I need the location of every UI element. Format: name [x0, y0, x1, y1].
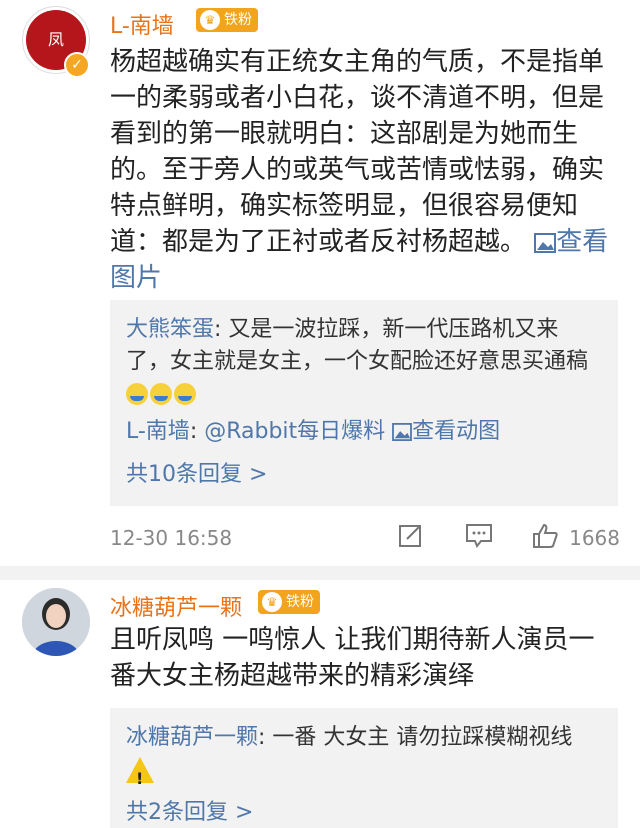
reply-user[interactable]: 大熊笨蛋	[126, 317, 214, 342]
emoji-icon	[126, 383, 148, 405]
comment-footer: 12-30 16:58 1668	[110, 518, 620, 558]
divider	[0, 566, 640, 580]
repost-icon[interactable]	[396, 522, 426, 552]
verified-icon: ✓	[64, 52, 90, 78]
warning-icon: !	[126, 757, 154, 788]
timestamp: 12-30 16:58	[110, 526, 233, 550]
comment-text: 且听凤鸣 一鸣惊人 让我们期待新人演员一番大女主杨超越带来的精彩演绎	[110, 625, 595, 691]
comment-icon[interactable]	[464, 522, 494, 552]
crown-icon: ♛	[262, 592, 282, 612]
reply-user[interactable]: 冰糖葫芦一颗	[126, 725, 258, 750]
avatar-photo-icon	[22, 588, 90, 656]
more-replies-link[interactable]: 共2条回复 >	[126, 794, 602, 826]
image-icon	[534, 232, 557, 253]
view-gif-link[interactable]: 查看动图	[392, 419, 500, 444]
mention-link[interactable]: @Rabbit每日爆料	[204, 419, 385, 444]
fan-badge-label: 铁粉	[224, 12, 252, 28]
username[interactable]: L-南墙	[110, 8, 174, 40]
comment-text: 杨超越确实有正统女主角的气质，不是指单一的柔弱或者小白花，谈不清道不明，但是看到…	[110, 44, 620, 296]
fan-badge: ♛ 铁粉	[196, 8, 258, 32]
fan-badge: ♛ 铁粉	[258, 590, 320, 614]
svg-text:凤: 凤	[48, 30, 64, 49]
reply-1[interactable]: 大熊笨蛋: 又是一波拉踩，新一代压路机又来了，女主就是女主，一个女配脸还好意思买…	[126, 314, 602, 410]
comment-body: 杨超越确实有正统女主角的气质，不是指单一的柔弱或者小白花，谈不清道不明，但是看到…	[110, 47, 605, 257]
fan-badge-label: 铁粉	[286, 594, 314, 610]
reply-emoji-line: !	[126, 754, 602, 788]
reply-box: 大熊笨蛋: 又是一波拉踩，新一代压路机又来了，女主就是女主，一个女配脸还好意思买…	[110, 300, 618, 506]
more-replies-link[interactable]: 共10条回复 >	[126, 456, 602, 488]
like-icon[interactable]	[530, 522, 560, 552]
reply-1[interactable]: 冰糖葫芦一颗: 一番 大女主 请勿拉踩模糊视线	[126, 722, 602, 754]
like-count: 1668	[569, 526, 620, 550]
reply-box: 冰糖葫芦一颗: 一番 大女主 请勿拉踩模糊视线 ! 共2条回复 >	[110, 708, 618, 828]
emoji-icon	[174, 383, 196, 405]
avatar[interactable]	[22, 588, 90, 656]
image-icon	[392, 423, 413, 441]
username[interactable]: 冰糖葫芦一颗	[110, 590, 242, 622]
reply-2[interactable]: L-南墙: @Rabbit每日爆料 查看动图	[126, 416, 602, 448]
crown-icon: ♛	[200, 10, 220, 30]
reply-text: 一番 大女主 请勿拉踩模糊视线	[272, 725, 573, 750]
emoji-icon	[150, 383, 172, 405]
reply-user[interactable]: L-南墙	[126, 419, 190, 444]
view-gif-label: 查看动图	[412, 419, 501, 444]
